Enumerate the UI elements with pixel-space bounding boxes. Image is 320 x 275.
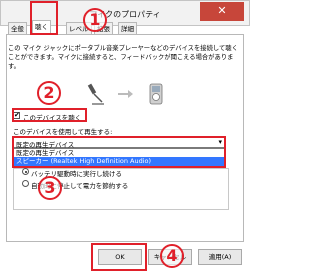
mic-to-player-illustration xyxy=(87,83,163,105)
annotation-number-4: 4 xyxy=(160,244,184,268)
radio-auto-stop[interactable] xyxy=(22,180,29,187)
highlight-box-ok-button xyxy=(91,243,147,271)
annotation-number-3: 3 xyxy=(38,176,62,200)
playback-device-label: このデバイスを使用して再生する: xyxy=(13,128,113,136)
annotation-number-1: 1 xyxy=(83,8,107,32)
highlight-box-playback-dropdown xyxy=(12,136,226,168)
microphone-icon xyxy=(87,83,104,105)
arrow-right-icon xyxy=(118,90,133,98)
highlight-box-listen-tab xyxy=(30,1,58,35)
radio-keep-running[interactable] xyxy=(22,168,29,175)
close-button[interactable]: ✕ xyxy=(200,2,244,21)
highlight-box-listen-checkbox xyxy=(12,108,87,122)
listen-description: この マイク ジャックにポータブル音楽プレーヤーなどのデバイスを接続して聴くこと… xyxy=(8,45,238,70)
annotation-number-2: 2 xyxy=(37,81,61,105)
apply-button[interactable]: 適用(A) xyxy=(198,249,242,265)
music-player-icon xyxy=(149,83,163,105)
